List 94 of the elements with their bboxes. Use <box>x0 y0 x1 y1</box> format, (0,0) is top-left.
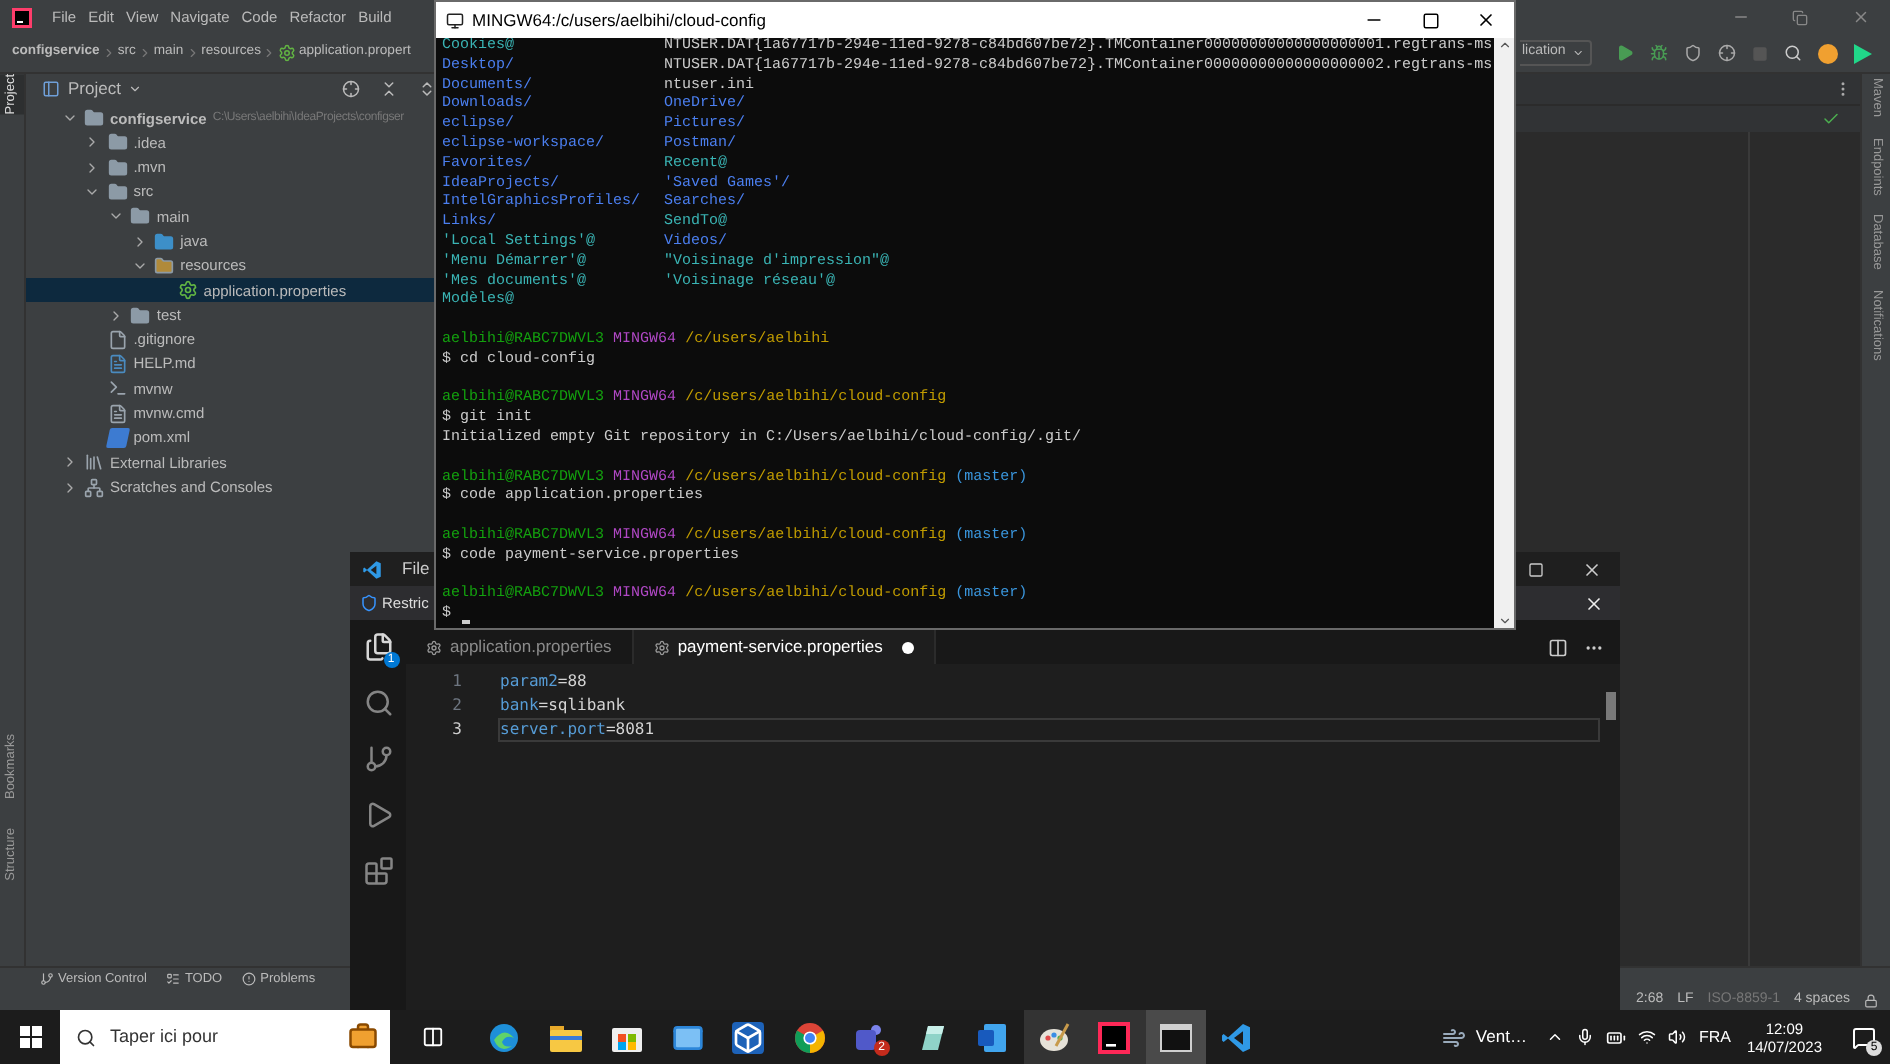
wifi-icon[interactable] <box>1638 1028 1657 1046</box>
wind-icon[interactable] <box>1441 1025 1466 1049</box>
folder-icon <box>154 231 175 252</box>
checklist-icon[interactable] <box>166 972 181 986</box>
coverage-icon[interactable] <box>1684 44 1702 62</box>
document-icon <box>107 354 128 375</box>
caret-icon[interactable] <box>128 82 143 96</box>
property-key: bank <box>500 694 539 718</box>
shield-icon <box>360 594 378 612</box>
panel-title[interactable]: Project <box>68 76 121 102</box>
source-control-icon[interactable] <box>363 744 393 774</box>
scroll-up-icon[interactable] <box>1497 38 1511 52</box>
collapse-icon[interactable] <box>380 80 398 98</box>
property-value: =8081 <box>605 718 655 742</box>
scroll-down-icon[interactable] <box>1497 614 1511 628</box>
gear-file-icon <box>278 44 297 62</box>
caret-icon[interactable] <box>1571 46 1584 60</box>
ribbon-logo-icon <box>1220 1021 1253 1053</box>
weather-text[interactable]: Vent… <box>1475 1024 1527 1050</box>
console-icon <box>1159 1023 1192 1051</box>
gear-icon <box>426 639 442 655</box>
close-icon[interactable] <box>1582 559 1602 579</box>
folder-icon <box>107 182 128 203</box>
restore-icon[interactable] <box>1792 9 1808 25</box>
property-key: param2 <box>500 670 558 694</box>
scrollbar-thumb <box>1605 692 1615 720</box>
line-number: 1 <box>450 670 464 694</box>
check-icon <box>1822 110 1840 128</box>
update-icon[interactable] <box>1818 43 1838 63</box>
folder-icon <box>154 255 175 276</box>
text-file-icon <box>107 403 128 424</box>
alert-icon[interactable] <box>242 972 257 986</box>
taskbar-app[interactable] <box>1023 1010 1084 1064</box>
start-icon[interactable] <box>19 1026 41 1048</box>
close-icon[interactable] <box>1476 10 1496 30</box>
swirl-icon <box>488 1021 521 1053</box>
file-icon <box>107 329 128 350</box>
chevron-up-icon[interactable] <box>1546 1028 1565 1046</box>
window-title: MINGW64:/c/users/aelbihi/cloud-config <box>472 7 766 33</box>
folder-icon <box>130 305 151 326</box>
folder-icon <box>107 157 128 178</box>
run-icon[interactable] <box>1616 44 1634 62</box>
gear-icon <box>653 639 670 655</box>
palette-icon <box>1037 1021 1070 1053</box>
briefcase-icon <box>348 1022 378 1052</box>
lock-icon <box>1864 993 1878 1007</box>
debug-icon[interactable] <box>1650 44 1668 62</box>
document-w-icon <box>976 1021 1009 1053</box>
ij-logo-icon <box>12 7 32 27</box>
books-icon <box>84 452 104 473</box>
panel-icon <box>42 80 60 98</box>
menu-item[interactable]: File <box>402 556 430 582</box>
line-number: 2 <box>450 694 464 718</box>
separator-icon <box>137 46 152 60</box>
close-icon[interactable] <box>1584 593 1604 613</box>
microphone-icon[interactable] <box>1576 1028 1595 1046</box>
separator-icon <box>185 46 200 60</box>
folder-icon <box>130 206 151 227</box>
expand-icon[interactable] <box>418 80 436 98</box>
gear-file-icon <box>177 280 198 301</box>
console-icon <box>446 11 464 29</box>
extensions-icon[interactable] <box>363 856 393 886</box>
split-editor-icon[interactable] <box>1548 637 1568 657</box>
run-icon[interactable] <box>363 800 393 830</box>
ij-logo-icon <box>1098 1021 1131 1053</box>
line-number: 3 <box>450 718 464 742</box>
module-folder-icon <box>84 108 104 129</box>
folder-icon <box>549 1023 582 1051</box>
maximize-icon[interactable] <box>1421 11 1439 29</box>
notification-icon[interactable] <box>1852 1025 1876 1049</box>
locate-icon[interactable] <box>342 80 360 98</box>
taskbar-app[interactable] <box>1145 1010 1206 1064</box>
battery-icon[interactable] <box>1606 1027 1627 1047</box>
terminal-file-icon <box>107 378 128 399</box>
people-icon <box>854 1021 887 1053</box>
branch-icon[interactable] <box>40 972 54 986</box>
ribbon-logo-icon <box>362 559 382 579</box>
files-icon[interactable] <box>363 632 393 662</box>
folder-icon <box>107 132 128 153</box>
logo-icon[interactable] <box>1854 43 1872 63</box>
shopping-bag-icon <box>611 1022 642 1052</box>
cube-icon[interactable] <box>732 1021 765 1053</box>
property-value: =sqlibank <box>538 694 626 718</box>
round-logo-icon <box>793 1021 826 1053</box>
task-view-icon[interactable] <box>421 1026 443 1048</box>
editor-tab[interactable]: payment-service.properties <box>633 630 937 664</box>
separator-icon <box>101 46 116 60</box>
language-indicator[interactable]: FRA <box>1698 1025 1731 1049</box>
volume-icon[interactable] <box>1668 1028 1687 1046</box>
separator-icon <box>262 46 277 60</box>
property-value: =88 <box>557 670 587 694</box>
profile-icon[interactable] <box>1718 44 1736 62</box>
property-key: server.port <box>500 718 606 742</box>
search-icon[interactable] <box>76 1027 96 1047</box>
